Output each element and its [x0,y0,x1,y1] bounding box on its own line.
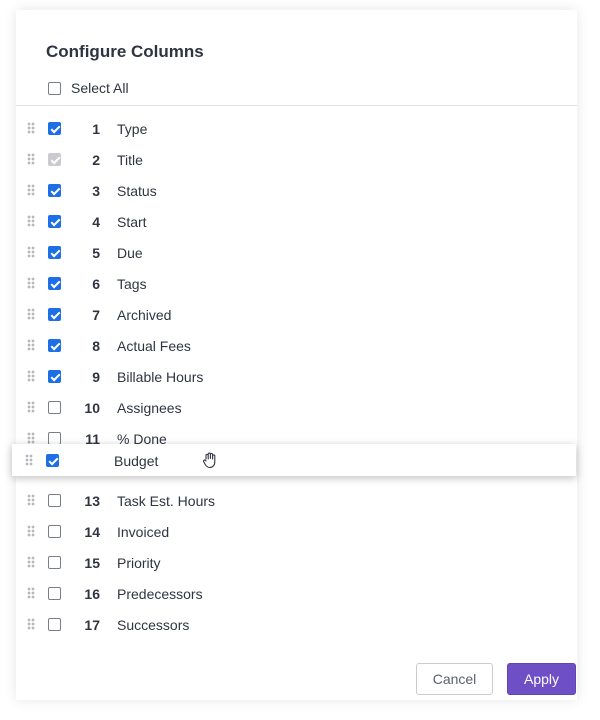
row-label: Priority [117,555,161,571]
row-number: 15 [84,555,100,571]
row-checkbox[interactable] [48,277,61,290]
row-label: Assignees [117,400,182,416]
drag-handle-icon[interactable] [27,618,35,630]
drag-handle-icon[interactable] [27,277,35,289]
column-row[interactable]: 2 Title [16,144,577,175]
row-number: 13 [84,493,100,509]
row-label: Type [117,121,148,137]
divider [16,105,577,106]
row-label: Title [117,152,143,168]
row-number: 8 [92,338,100,354]
row-number: 6 [92,276,100,292]
configure-columns-dialog: Configure Columns Select All 1 Type 2 Title… [16,10,577,700]
drag-handle-icon[interactable] [27,246,35,258]
apply-button[interactable]: Apply [507,663,576,695]
row-checkbox[interactable] [46,454,59,467]
row-checkbox [48,153,61,166]
row-checkbox[interactable] [48,215,61,228]
row-label: Task Est. Hours [117,493,216,509]
column-row[interactable]: 1 Type [16,113,577,144]
select-all-option[interactable]: Select All [48,80,129,96]
column-row[interactable]: 15 Priority [16,547,577,578]
drag-handle-icon[interactable] [27,339,35,351]
row-label: Invoiced [117,524,170,540]
drag-handle-icon[interactable] [27,494,35,506]
dialog-title: Configure Columns [46,42,204,61]
grab-hand-icon [203,452,216,469]
row-checkbox[interactable] [48,525,61,538]
row-label: Predecessors [117,586,203,602]
drag-handle-icon[interactable] [25,454,33,466]
column-row[interactable]: 17 Successors [16,609,577,640]
row-number: 7 [92,307,100,323]
row-checkbox[interactable] [48,184,61,197]
column-row[interactable]: 10 Assignees [16,392,577,423]
row-label: Actual Fees [117,338,191,354]
row-checkbox[interactable] [48,618,61,631]
column-row[interactable]: 5 Due [16,237,577,268]
row-checkbox[interactable] [48,494,61,507]
row-checkbox[interactable] [48,401,61,414]
row-checkbox[interactable] [48,556,61,569]
column-row[interactable]: 3 Status [16,175,577,206]
select-all-checkbox[interactable] [48,81,61,95]
drag-handle-icon[interactable] [27,556,35,568]
dragging-row[interactable]: Budget [12,444,576,476]
row-checkbox[interactable] [48,339,61,352]
row-checkbox[interactable] [48,587,61,600]
row-number: 17 [84,617,100,633]
select-all-label: Select All [71,80,129,96]
drag-handle-icon[interactable] [27,525,35,537]
row-label: Archived [117,307,172,323]
row-label: Start [117,214,147,230]
row-number: 16 [84,586,100,602]
row-checkbox[interactable] [48,308,61,321]
drag-handle-icon[interactable] [27,432,35,444]
column-row[interactable]: 16 Predecessors [16,578,577,609]
row-label: Status [117,183,157,199]
row-label: Tags [117,276,147,292]
row-number: 10 [84,400,100,416]
row-number: 4 [92,214,100,230]
drag-handle-icon[interactable] [27,184,35,196]
row-label: Budget [114,453,159,469]
row-checkbox[interactable] [48,122,61,135]
drag-handle-icon[interactable] [27,370,35,382]
row-number: 14 [84,524,100,540]
drag-handle-icon[interactable] [27,401,35,413]
drag-handle-icon[interactable] [27,308,35,320]
column-row[interactable]: 7 Archived [16,299,577,330]
row-checkbox[interactable] [48,246,61,259]
drag-handle-icon[interactable] [27,587,35,599]
column-row[interactable]: 13 Task Est. Hours [16,485,577,516]
row-number: 1 [92,121,100,137]
row-number: 9 [92,369,100,385]
column-row[interactable]: 4 Start [16,206,577,237]
column-row[interactable]: 6 Tags [16,268,577,299]
drag-handle-icon[interactable] [27,122,35,134]
column-row[interactable]: 14 Invoiced [16,516,577,547]
row-checkbox[interactable] [48,370,61,383]
drag-handle-icon[interactable] [27,215,35,227]
cancel-button[interactable]: Cancel [416,663,493,695]
drag-handle-icon[interactable] [27,153,35,165]
row-number: 2 [92,152,100,168]
row-label: Billable Hours [117,369,204,385]
row-label: Successors [117,617,190,633]
row-label: Due [117,245,143,261]
column-row[interactable]: 8 Actual Fees [16,330,577,361]
row-number: 3 [92,183,100,199]
column-row[interactable]: 9 Billable Hours [16,361,577,392]
row-number: 5 [92,245,100,261]
